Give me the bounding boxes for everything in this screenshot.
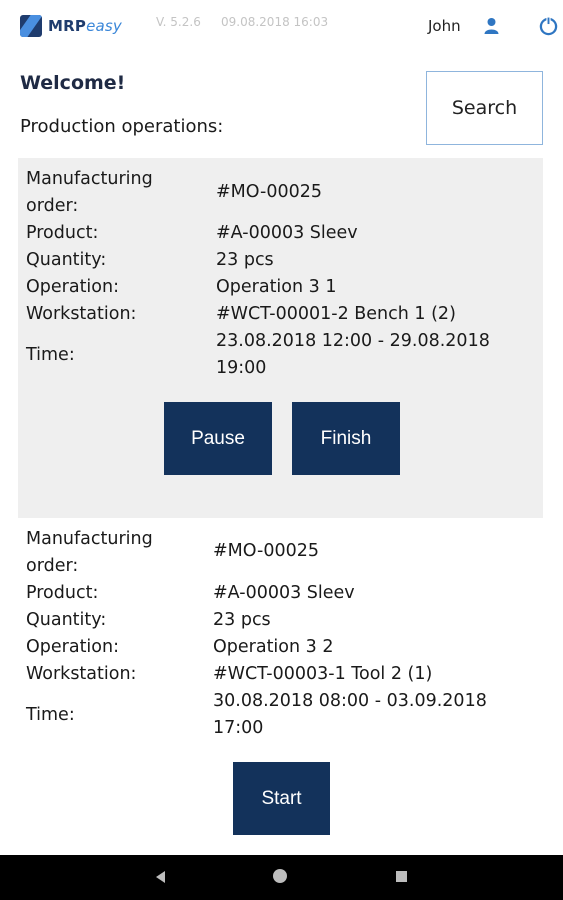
label-manufacturing-order: Manufacturing order: <box>26 529 153 576</box>
value-order: #MO-00025 <box>216 182 323 202</box>
current-datetime: 09.08.2018 16:03 <box>221 15 329 29</box>
operation-card-active: Manufacturing order: #MO-00025 Product: … <box>18 158 543 518</box>
value-product: #A-00003 Sleev <box>213 583 355 603</box>
value-operation: Operation 3 2 <box>213 637 334 657</box>
label-operation: Operation: <box>26 637 119 657</box>
value-quantity: 23 pcs <box>216 250 274 270</box>
search-button[interactable]: Search <box>426 71 543 145</box>
top-bar: MRPeasy V. 5.2.6 09.08.2018 16:03 John <box>0 0 563 56</box>
user-name[interactable]: John <box>428 17 461 35</box>
app-logo: MRPeasy <box>20 15 122 37</box>
value-order: #MO-00025 <box>213 541 320 561</box>
label-quantity: Quantity: <box>26 250 107 270</box>
start-button[interactable]: Start <box>233 762 330 835</box>
value-workstation: #WCT-00003-1 Tool 2 (1) <box>213 664 433 684</box>
label-operation: Operation: <box>26 277 119 297</box>
app-version: V. 5.2.6 <box>156 15 201 29</box>
value-operation: Operation 3 1 <box>216 277 337 297</box>
label-product: Product: <box>26 583 99 603</box>
logo-text: MRPeasy <box>48 17 122 35</box>
welcome-heading: Welcome! <box>20 72 126 94</box>
back-icon[interactable] <box>156 871 165 883</box>
value-time: 30.08.2018 08:00 - 03.09.2018 17:00 <box>213 691 487 738</box>
pause-button[interactable]: Pause <box>164 402 272 475</box>
finish-button[interactable]: Finish <box>292 402 400 475</box>
label-quantity: Quantity: <box>26 610 107 630</box>
value-workstation: #WCT-00001-2 Bench 1 (2) <box>216 304 456 324</box>
value-product: #A-00003 Sleev <box>216 223 358 243</box>
label-workstation: Workstation: <box>26 304 137 324</box>
section-title: Production operations: <box>20 116 224 137</box>
recent-apps-icon[interactable] <box>396 871 407 882</box>
operation-card-pending: Manufacturing order: #MO-00025 Product: … <box>18 520 543 855</box>
logo-mark-icon <box>20 15 42 37</box>
label-manufacturing-order: Manufacturing order: <box>26 169 153 216</box>
label-time: Time: <box>26 345 75 365</box>
logout-icon[interactable] <box>539 17 558 36</box>
label-time: Time: <box>26 705 75 725</box>
value-time: 23.08.2018 12:00 - 29.08.2018 19:00 <box>216 331 490 378</box>
user-icon[interactable] <box>483 17 500 34</box>
home-icon[interactable] <box>273 869 287 883</box>
label-product: Product: <box>26 223 99 243</box>
label-workstation: Workstation: <box>26 664 137 684</box>
value-quantity: 23 pcs <box>213 610 271 630</box>
